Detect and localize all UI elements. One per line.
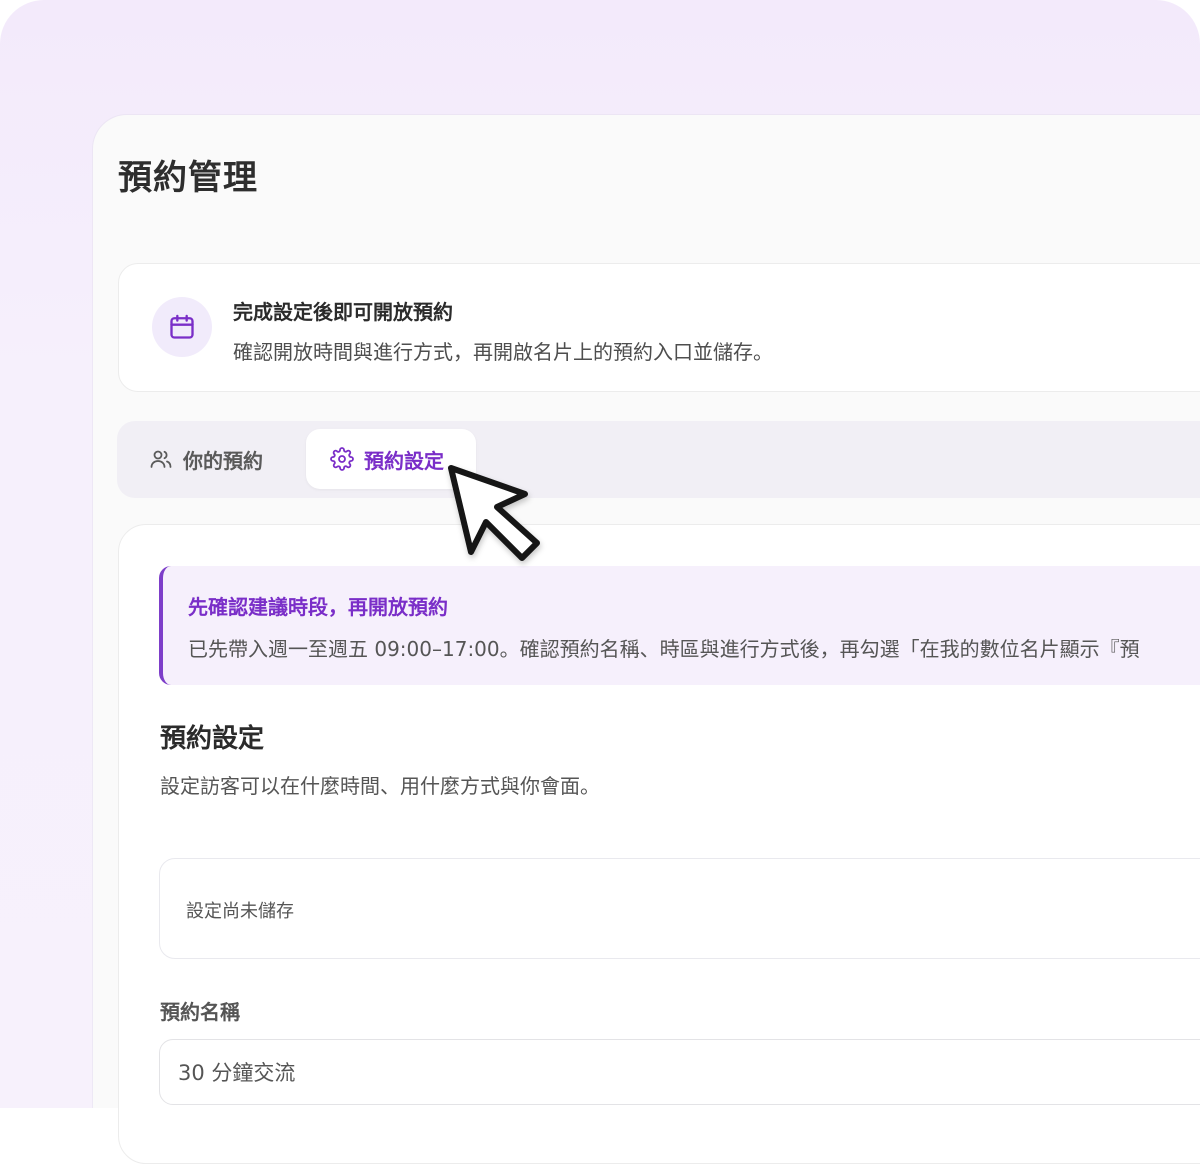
gear-icon <box>330 447 354 471</box>
page-title: 預約管理 <box>118 158 258 198</box>
booking-name-input[interactable] <box>159 1039 1200 1105</box>
tab-your-bookings-label: 你的預約 <box>183 448 263 473</box>
section-description: 設定訪客可以在什麼時間、用什麼方式與你會面。 <box>160 774 600 798</box>
mouse-pointer-icon <box>448 465 540 561</box>
calendar-icon-badge <box>152 297 212 357</box>
notice-title: 完成設定後即可開放預約 <box>233 300 453 324</box>
section-title: 預約設定 <box>160 724 265 754</box>
tab-your-bookings[interactable]: 你的預約 <box>131 429 281 489</box>
notice-description: 確認開放時間與進行方式，再開啟名片上的預約入口並儲存。 <box>233 340 773 364</box>
save-status-box: 設定尚未儲存 <box>159 858 1200 959</box>
calendar-icon <box>170 314 194 339</box>
setup-notice-card: 完成設定後即可開放預約 確認開放時間與進行方式，再開啟名片上的預約入口並儲存。 <box>118 263 1200 392</box>
save-status-text: 設定尚未儲存 <box>186 901 294 922</box>
callout-title: 先確認建議時段，再開放預約 <box>188 595 448 619</box>
callout-body: 已先帶入週一至週五 09:00–17:00。確認預約名稱、時區與進行方式後，再勾… <box>188 637 1140 661</box>
tab-booking-settings-label: 預約設定 <box>364 448 444 473</box>
tab-bar: 你的預約 預約設定 <box>117 421 1200 498</box>
users-icon <box>150 450 172 468</box>
booking-name-label: 預約名稱 <box>160 1000 240 1024</box>
suggestion-callout: 先確認建議時段，再開放預約 已先帶入週一至週五 09:00–17:00。確認預約… <box>159 566 1200 685</box>
